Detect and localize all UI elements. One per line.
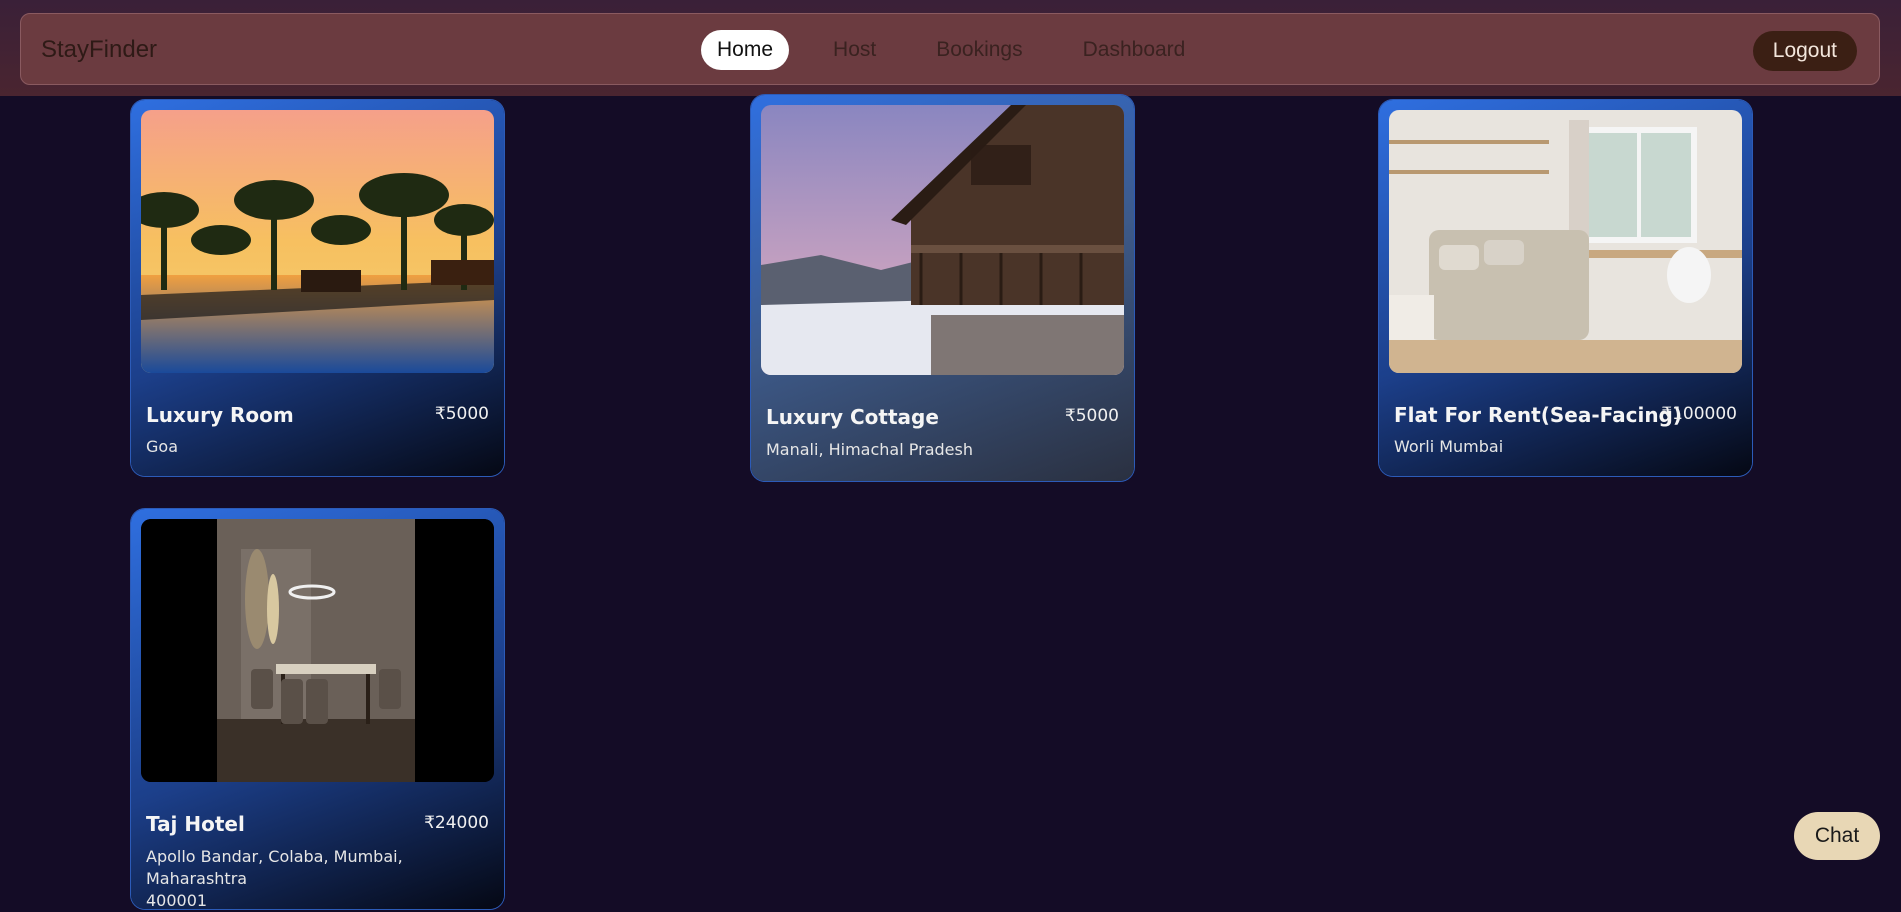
listing-card-luxury-room[interactable]: Luxury Room ₹5000 Goa — [131, 100, 504, 476]
listing-location: Apollo Bandar, Colaba, Mumbai, Maharasht… — [146, 846, 491, 912]
navbar: StayFinder Home Host Bookings Dashboard … — [20, 13, 1880, 85]
resort-pool-image — [141, 110, 494, 373]
listing-price: ₹5000 — [434, 404, 489, 424]
dining-room-image — [141, 519, 494, 782]
nav-home[interactable]: Home — [701, 30, 790, 70]
listing-location: Manali, Himachal Pradesh — [766, 440, 973, 459]
listing-card-flat-for-rent[interactable]: Flat For Rent(Sea-Facing) ₹100000 Worli … — [1379, 100, 1752, 476]
chat-button[interactable]: Chat — [1794, 812, 1880, 860]
listing-price: ₹100000 — [1661, 404, 1737, 424]
listing-location: Worli Mumbai — [1394, 437, 1504, 456]
logout-button[interactable]: Logout — [1752, 31, 1857, 71]
listing-photo[interactable] — [1389, 110, 1742, 373]
listing-title: Luxury Cottage — [766, 405, 939, 429]
listing-photo[interactable] — [141, 519, 494, 782]
listing-title: Flat For Rent(Sea-Facing) — [1394, 403, 1683, 427]
nav-bookings[interactable]: Bookings — [920, 30, 1038, 70]
nav-host[interactable]: Host — [817, 30, 892, 70]
listing-price: ₹24000 — [424, 813, 489, 833]
bedroom-image — [1389, 110, 1742, 373]
listing-card-taj-hotel[interactable]: Taj Hotel ₹24000 Apollo Bandar, Colaba, … — [131, 509, 504, 912]
listing-location-postcode: 400001 — [146, 891, 208, 910]
nav-dashboard[interactable]: Dashboard — [1067, 30, 1202, 70]
listing-price: ₹5000 — [1064, 406, 1119, 426]
listing-photo[interactable] — [761, 105, 1124, 375]
listing-title: Taj Hotel — [146, 812, 245, 836]
listing-location: Goa — [146, 437, 178, 456]
listing-card-luxury-cottage[interactable]: Luxury Cottage ₹5000 Manali, Himachal Pr… — [751, 95, 1134, 481]
listing-title: Luxury Room — [146, 403, 294, 427]
snow-chalet-image — [761, 105, 1124, 375]
top-bar: StayFinder Home Host Bookings Dashboard … — [0, 0, 1901, 96]
brand-logo[interactable]: StayFinder — [41, 36, 157, 64]
listing-location-line: Apollo Bandar, Colaba, Mumbai, Maharasht… — [146, 847, 403, 888]
listing-photo[interactable] — [141, 110, 494, 373]
nav-links: Home Host Bookings Dashboard — [701, 30, 1229, 70]
